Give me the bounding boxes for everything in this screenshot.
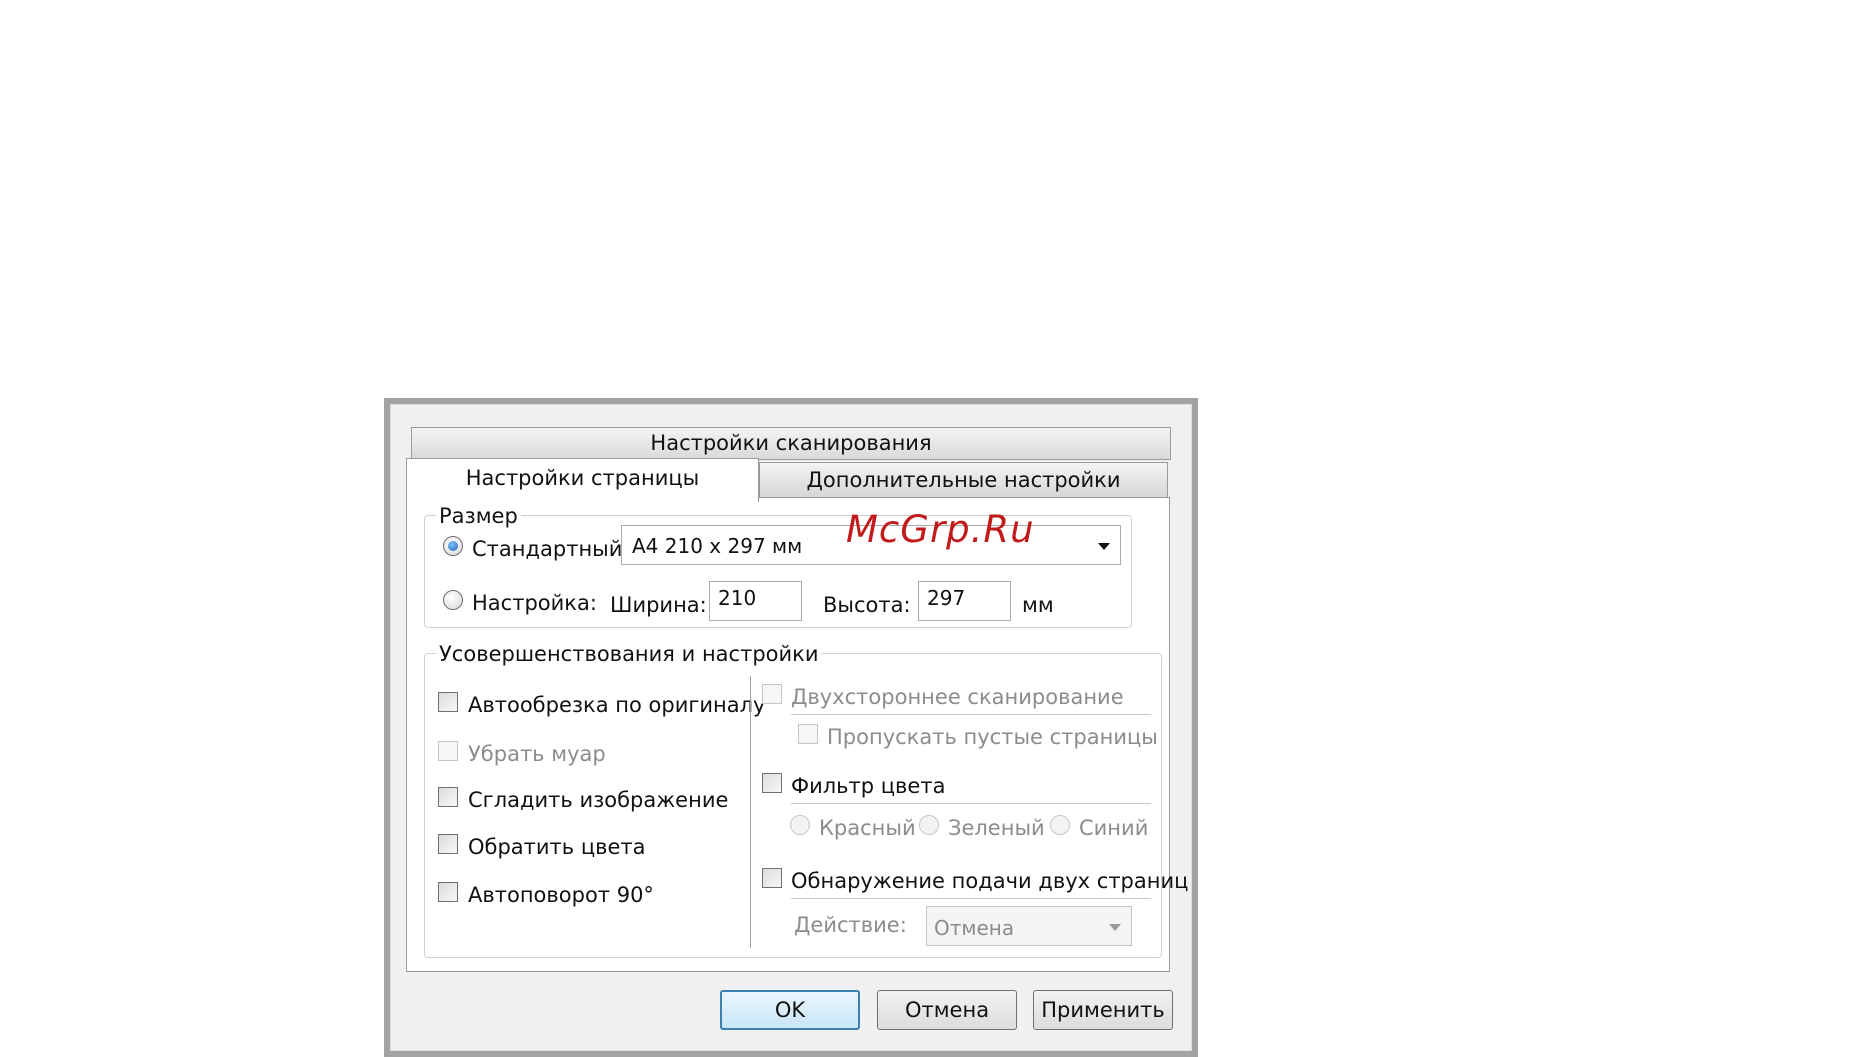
unit-label: мм xyxy=(1022,593,1054,617)
skip-blank-label: Пропускать пустые страницы xyxy=(827,725,1158,749)
action-label: Действие: xyxy=(794,913,907,937)
height-input[interactable]: 297 xyxy=(918,581,1011,621)
watermark-text: McGrp.Ru xyxy=(846,508,1035,551)
smooth-image-label: Сгладить изображение xyxy=(468,788,729,812)
skip-blank-checkbox[interactable] xyxy=(798,724,818,744)
ok-button[interactable]: OK xyxy=(720,990,860,1030)
invert-colors-label: Обратить цвета xyxy=(468,835,646,859)
color-green-radio[interactable] xyxy=(919,815,939,835)
tab-page-settings[interactable]: Настройки страницы xyxy=(406,458,759,502)
autocrop-checkbox[interactable] xyxy=(438,692,458,712)
chevron-down-icon xyxy=(1098,543,1110,550)
column-divider xyxy=(750,676,751,948)
color-filter-separator xyxy=(791,803,1151,804)
double-feed-checkbox[interactable] xyxy=(762,868,782,888)
color-red-radio[interactable] xyxy=(790,815,810,835)
standard-size-label: Стандартный: xyxy=(472,537,630,561)
apply-button[interactable]: Применить xyxy=(1033,990,1173,1030)
custom-size-label: Настройка: xyxy=(472,591,597,615)
size-group-legend: Размер xyxy=(436,506,521,527)
duplex-label: Двухстороннее сканирование xyxy=(791,685,1124,709)
autorotate-checkbox[interactable] xyxy=(438,882,458,902)
double-feed-separator xyxy=(791,898,1151,899)
color-green-label: Зеленый xyxy=(948,816,1045,840)
action-value: Отмена xyxy=(934,916,1015,940)
smooth-image-checkbox[interactable] xyxy=(438,787,458,807)
color-filter-checkbox[interactable] xyxy=(762,773,782,793)
duplex-checkbox[interactable] xyxy=(762,684,782,704)
remove-moire-label: Убрать муар xyxy=(468,742,606,766)
page-settings-panel: Размер Стандартный: A4 210 x 297 мм Наст… xyxy=(406,497,1188,972)
action-dropdown[interactable]: Отмена xyxy=(926,906,1132,946)
color-blue-label: Синий xyxy=(1079,816,1149,840)
tab-advanced-settings[interactable]: Дополнительные настройки xyxy=(759,462,1168,497)
chevron-down-icon xyxy=(1109,924,1121,931)
tab-advanced-settings-label: Дополнительные настройки xyxy=(806,467,1121,492)
tab-page-settings-label: Настройки страницы xyxy=(465,466,700,490)
width-input[interactable]: 210 xyxy=(709,581,802,621)
autorotate-label: Автоповорот 90° xyxy=(468,883,654,907)
color-red-label: Красный xyxy=(819,816,916,840)
improvements-group-legend: Усовершенствования и настройки xyxy=(436,644,822,665)
height-value: 297 xyxy=(927,586,966,610)
width-label: Ширина: xyxy=(610,593,707,617)
width-value: 210 xyxy=(718,586,757,610)
duplex-separator xyxy=(791,714,1151,715)
custom-size-radio[interactable] xyxy=(443,590,463,610)
cancel-button[interactable]: Отмена xyxy=(877,990,1017,1030)
double-feed-label: Обнаружение подачи двух страниц xyxy=(791,869,1189,893)
autocrop-label: Автообрезка по оригиналу xyxy=(468,693,766,717)
color-filter-label: Фильтр цвета xyxy=(791,774,946,798)
color-blue-radio[interactable] xyxy=(1050,815,1070,835)
dialog-title-bar: Настройки сканирования xyxy=(411,427,1171,460)
standard-size-radio[interactable] xyxy=(443,536,463,556)
invert-colors-checkbox[interactable] xyxy=(438,834,458,854)
remove-moire-checkbox[interactable] xyxy=(438,741,458,761)
dialog-title: Настройки сканирования xyxy=(650,431,932,455)
standard-size-value: A4 210 x 297 мм xyxy=(632,534,803,558)
height-label: Высота: xyxy=(823,593,911,617)
